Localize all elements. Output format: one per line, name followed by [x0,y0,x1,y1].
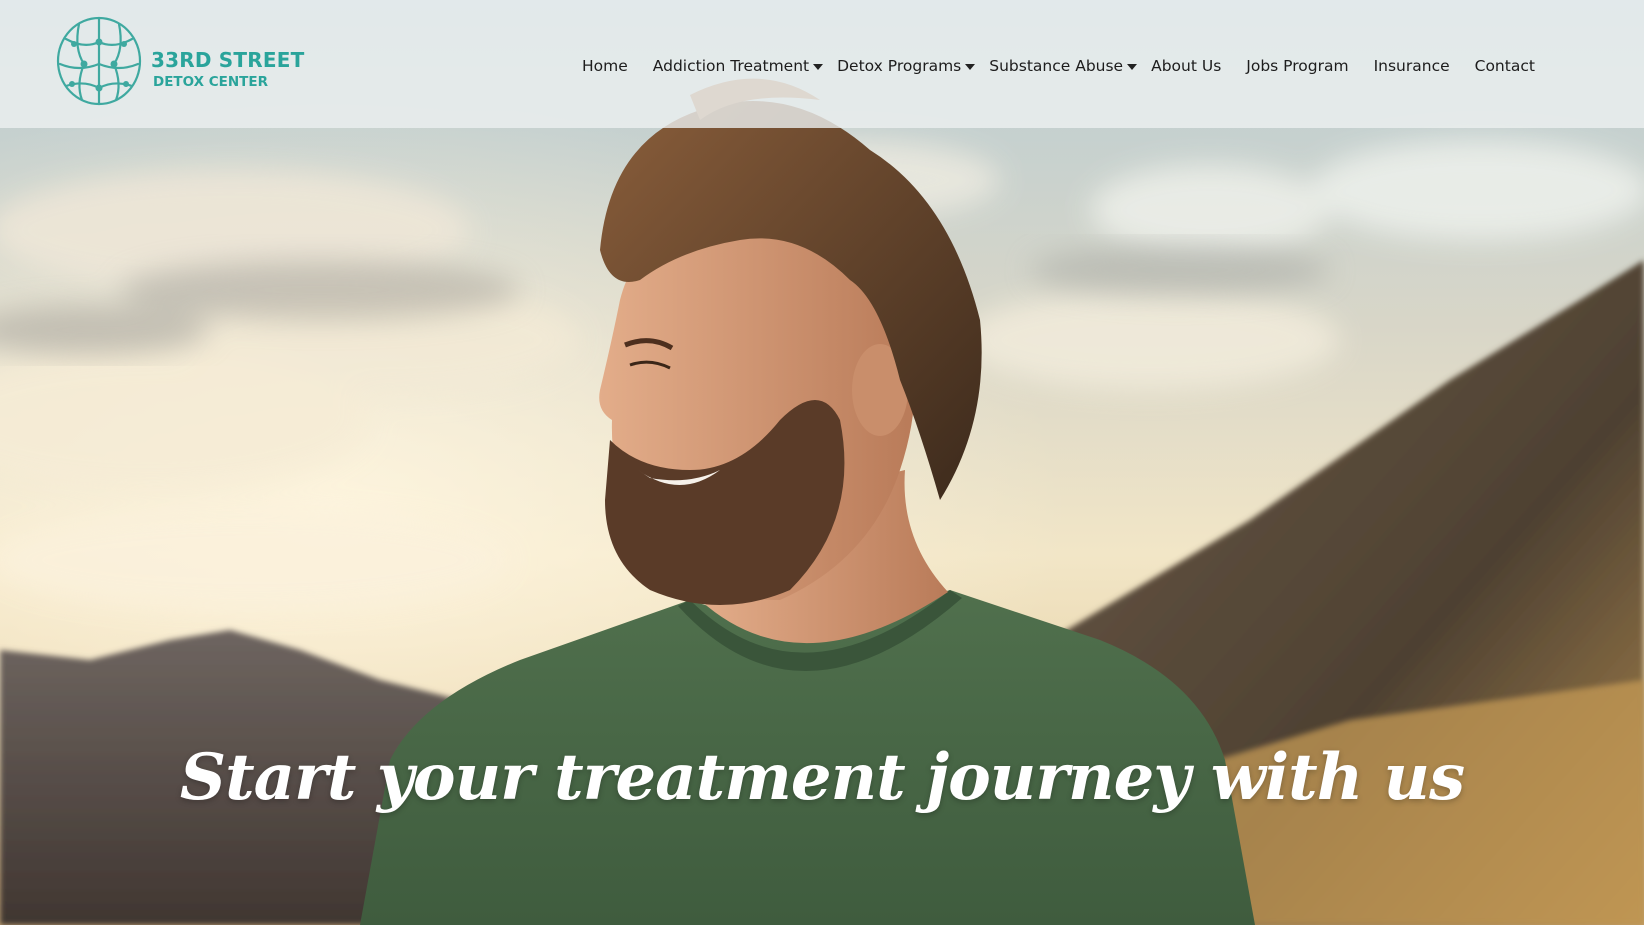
nav-item-addiction-treatment[interactable]: Addiction Treatment [652,57,824,75]
main-nav: Home Addiction Treatment Detox Programs … [582,53,1535,79]
nav-label: Home [582,57,628,75]
nav-label: Jobs Program [1246,57,1349,75]
brand-name: 33RD STREET [151,48,305,72]
nav-item-jobs-program[interactable]: Jobs Program [1246,57,1348,75]
nav-item-about-us[interactable]: About Us [1151,57,1221,75]
site-logo[interactable]: 33RD STREET DETOX CENTER [54,14,304,110]
nav-item-detox-programs[interactable]: Detox Programs [837,57,976,75]
nav-item-contact[interactable]: Contact [1475,57,1535,75]
nav-label: About Us [1151,57,1222,75]
caret-down-icon [1127,63,1138,70]
nav-item-substance-abuse[interactable]: Substance Abuse [989,57,1138,75]
nav-label: Insurance [1373,57,1450,75]
nav-label: Substance Abuse [989,57,1124,75]
site-header: 33RD STREET DETOX CENTER Home Addiction … [0,0,1644,128]
nav-item-home[interactable]: Home [582,57,628,75]
brand-tagline: DETOX CENTER [153,74,268,90]
nav-item-insurance[interactable]: Insurance [1374,57,1450,75]
caret-down-icon [965,63,976,70]
nav-label: Contact [1474,57,1535,75]
brain-network-icon [56,16,142,106]
caret-down-icon [813,63,824,70]
nav-label: Detox Programs [837,57,962,75]
nav-label: Addiction Treatment [652,57,810,75]
hero-headline: Start your treatment journey with us [179,740,1465,815]
